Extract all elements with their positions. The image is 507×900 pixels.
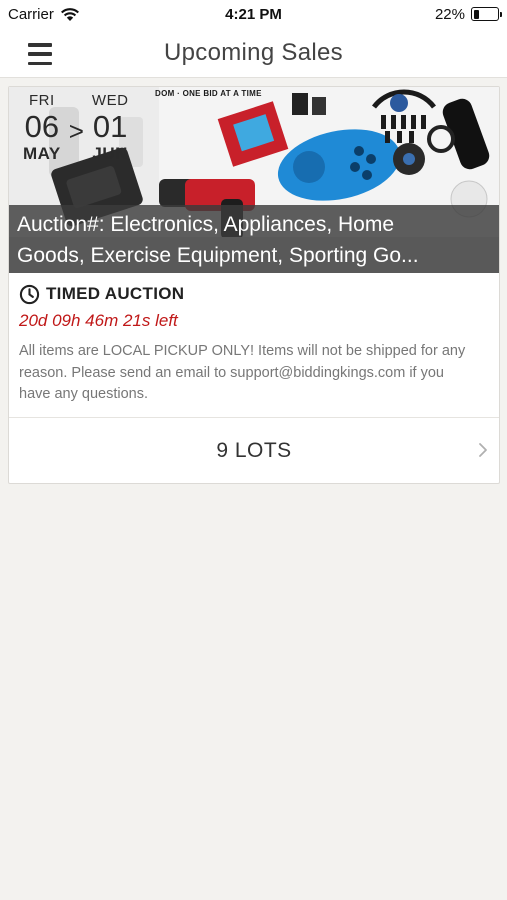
start-date: FRI 06 MAY <box>23 92 61 164</box>
sale-card[interactable]: FRI 06 MAY > WED 01 JUN DOM · ONE BID AT… <box>8 86 500 484</box>
carrier-label: Carrier <box>8 5 54 23</box>
wifi-icon <box>60 7 79 21</box>
chevron-right-icon <box>479 443 487 457</box>
status-bar: Carrier 4:21 PM 22% <box>0 0 507 28</box>
sale-title-line-2: Goods, Exercise Equipment, Sporting Go..… <box>17 244 419 267</box>
sale-title: Auction#: Electronics, Appliances, Home … <box>9 205 499 273</box>
lots-button[interactable]: 9 LOTS <box>9 417 499 483</box>
battery-percent: 22% <box>434 5 465 23</box>
sale-dates: FRI 06 MAY > WED 01 JUN <box>23 92 128 164</box>
start-month: MAY <box>23 144 61 163</box>
status-right: 22% <box>434 5 502 23</box>
end-day: 01 <box>92 109 128 144</box>
auction-type-label: TIMED AUCTION <box>46 284 185 303</box>
battery-fill <box>473 9 479 19</box>
sale-image: FRI 06 MAY > WED 01 JUN DOM · ONE BID AT… <box>9 87 499 273</box>
lots-label: 9 LOTS <box>216 438 292 462</box>
countdown-timer: 20d 09h 46m 21s left <box>19 311 178 330</box>
nav-bar: Upcoming Sales <box>0 28 507 78</box>
auction-type: TIMED AUCTION <box>19 283 489 305</box>
clock-icon <box>19 284 40 304</box>
start-day: 06 <box>24 109 60 144</box>
battery-icon <box>471 7 502 21</box>
sale-details: TIMED AUCTION 20d 09h 46m 21s left All i… <box>9 273 499 406</box>
end-weekday: WED <box>91 92 129 109</box>
end-date: WED 01 JUN <box>92 92 129 164</box>
sale-title-line-1: Auction#: Electronics, Appliances, Home <box>17 213 395 236</box>
status-left: Carrier <box>8 6 80 23</box>
date-separator: > <box>68 116 84 146</box>
banner-text: DOM · ONE BID AT A TIME <box>155 89 262 98</box>
menu-icon[interactable] <box>22 41 58 67</box>
start-weekday: FRI <box>29 92 55 109</box>
sale-description: All items are LOCAL PICKUP ONLY! Items w… <box>19 343 466 402</box>
page-title: Upcoming Sales <box>164 38 343 66</box>
end-month: JUN <box>92 144 128 163</box>
